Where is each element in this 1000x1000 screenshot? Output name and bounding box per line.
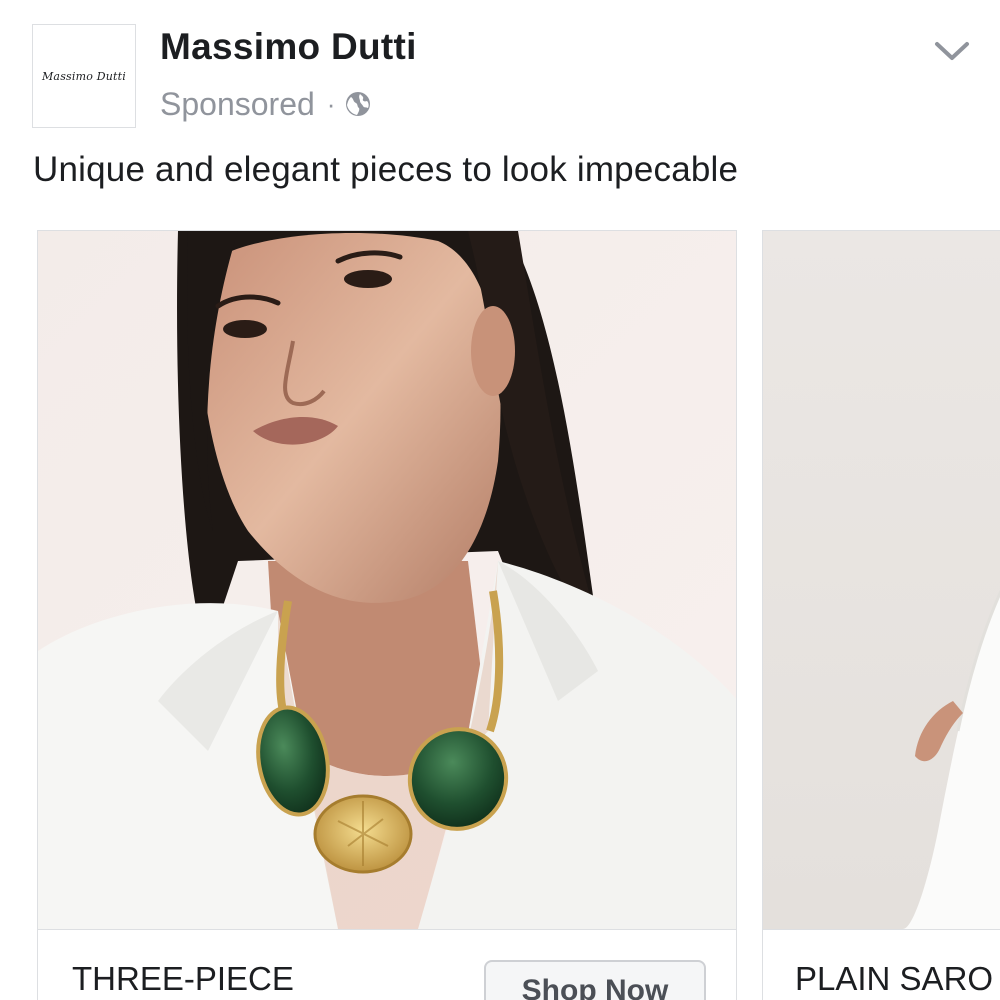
carousel-card[interactable]: PLAIN SARO	[762, 230, 1000, 1000]
advertiser-name[interactable]: Massimo Dutti	[160, 26, 417, 68]
chevron-down-icon[interactable]	[932, 36, 972, 66]
card-footer: THREE-PIECE Shop Now	[38, 929, 736, 1000]
card-footer: PLAIN SARO	[763, 929, 1000, 1000]
advertiser-logo: Massimo Dutti	[41, 69, 127, 83]
carousel-card[interactable]: THREE-PIECE Shop Now	[37, 230, 737, 1000]
product-image[interactable]	[38, 231, 736, 929]
meta-separator: ·	[326, 88, 336, 119]
product-title[interactable]: PLAIN SARO	[795, 960, 993, 998]
sponsored-label[interactable]: Sponsored	[160, 86, 315, 123]
post-caption: Unique and elegant pieces to look impeca…	[33, 150, 739, 189]
sponsored-post: Massimo Dutti Massimo Dutti Sponsored · …	[0, 0, 1000, 1000]
post-meta: Sponsored ·	[160, 84, 371, 124]
product-title[interactable]: THREE-PIECE	[72, 960, 294, 998]
product-image[interactable]	[763, 231, 1000, 929]
globe-icon[interactable]	[345, 91, 371, 117]
shop-now-button[interactable]: Shop Now	[484, 960, 706, 1000]
advertiser-avatar[interactable]: Massimo Dutti	[32, 24, 136, 128]
